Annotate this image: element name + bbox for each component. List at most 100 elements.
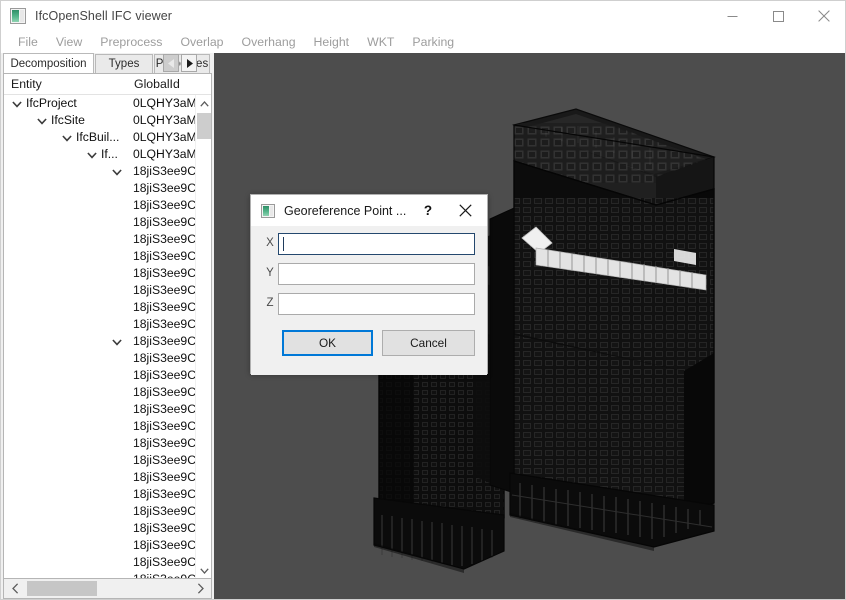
- menu-item-overlap[interactable]: Overlap: [171, 33, 232, 52]
- tab-strip: Decomposition Types Properties: [1, 53, 214, 73]
- chevron-down-icon[interactable]: [85, 149, 98, 162]
- chevron-up-icon: [199, 100, 209, 107]
- tree-row-globalid: 18jiS3ee9C: [133, 504, 197, 518]
- close-icon: [458, 204, 472, 217]
- tree-row[interactable]: 18jiS3ee9C: [4, 571, 197, 578]
- z-coordinate-input[interactable]: [278, 293, 475, 315]
- tree-row[interactable]: 18jiS3ee9C: [4, 486, 197, 503]
- scroll-down-button[interactable]: [196, 562, 211, 578]
- tree-row[interactable]: 18jiS3ee9C: [4, 163, 197, 180]
- tree-row-globalid: 18jiS3ee9C: [133, 300, 197, 314]
- tab-scroll-left-button[interactable]: [163, 54, 179, 72]
- tree-row-globalid: 18jiS3ee9C: [133, 419, 197, 433]
- tree-row[interactable]: 18jiS3ee9C: [4, 333, 197, 350]
- tree-row[interactable]: 18jiS3ee9C: [4, 384, 197, 401]
- chevron-down-icon[interactable]: [35, 115, 48, 128]
- scroll-left-button[interactable]: [4, 579, 26, 598]
- tree-row[interactable]: 18jiS3ee9C: [4, 520, 197, 537]
- tree-row-entity: IfcProject: [26, 96, 77, 110]
- tree-row[interactable]: 18jiS3ee9C: [4, 554, 197, 571]
- tree-row[interactable]: IfcBuil... 0LQHY3aM: [4, 129, 197, 146]
- tree-row[interactable]: 18jiS3ee9C: [4, 367, 197, 384]
- tree-row-globalid: 18jiS3ee9C: [133, 487, 197, 501]
- menu-item-view[interactable]: View: [47, 33, 91, 52]
- tree-row-globalid: 0LQHY3aM: [133, 113, 197, 127]
- field-row-x: X: [251, 233, 487, 255]
- help-button[interactable]: ?: [413, 195, 443, 226]
- tree-row[interactable]: 18jiS3ee9C: [4, 316, 197, 333]
- tab-scroll-right-button[interactable]: [181, 54, 197, 72]
- chevron-down-icon[interactable]: [110, 336, 123, 349]
- tree-row-globalid: 18jiS3ee9C: [133, 368, 197, 382]
- tree-row[interactable]: 18jiS3ee9C: [4, 401, 197, 418]
- tree-horizontal-scrollbar[interactable]: [3, 579, 212, 599]
- minimize-button[interactable]: [709, 1, 755, 31]
- tree-row[interactable]: 18jiS3ee9C: [4, 214, 197, 231]
- tab-decomposition[interactable]: Decomposition: [3, 53, 94, 73]
- tree-row[interactable]: 18jiS3ee9C: [4, 231, 197, 248]
- tree-row[interactable]: 18jiS3ee9C: [4, 452, 197, 469]
- tree-row[interactable]: 18jiS3ee9C: [4, 350, 197, 367]
- tree-row-globalid: 18jiS3ee9C: [133, 521, 197, 535]
- scroll-right-button[interactable]: [189, 579, 211, 598]
- tree-row-globalid: 18jiS3ee9C: [133, 470, 197, 484]
- dialog-title: Georeference Point ...: [284, 203, 407, 218]
- tree-row[interactable]: 18jiS3ee9C: [4, 180, 197, 197]
- label-x: X: [266, 237, 274, 249]
- tree-row[interactable]: 18jiS3ee9C: [4, 282, 197, 299]
- tree-row[interactable]: IfcSite 0LQHY3aM: [4, 112, 197, 129]
- column-header-entity[interactable]: Entity: [11, 77, 42, 91]
- field-row-z: Z: [251, 293, 487, 315]
- menu-item-wkt[interactable]: WKT: [358, 33, 403, 52]
- georeference-point-dialog: Georeference Point ... ? X Y Z OK Cancel: [250, 194, 488, 375]
- dialog-close-button[interactable]: [447, 195, 483, 226]
- application-window: IfcOpenShell IFC viewer File View Prepro…: [0, 0, 846, 600]
- left-panel: Decomposition Types Properties Entity Gl…: [1, 53, 214, 599]
- chevron-down-icon[interactable]: [10, 98, 23, 111]
- tab-types[interactable]: Types: [95, 54, 153, 73]
- chevron-right-icon: [186, 58, 193, 68]
- tree-row[interactable]: 18jiS3ee9C: [4, 469, 197, 486]
- chevron-down-icon[interactable]: [110, 166, 123, 179]
- menu-item-preprocess[interactable]: Preprocess: [91, 33, 171, 52]
- menu-bar: File View Preprocess Overlap Overhang He…: [1, 31, 845, 53]
- tree-row[interactable]: IfcProject 0LQHY3aM: [4, 95, 197, 112]
- tree-row-entity: IfcSite: [51, 113, 85, 127]
- tree-row[interactable]: 18jiS3ee9C: [4, 299, 197, 316]
- tree-row[interactable]: 18jiS3ee9C: [4, 418, 197, 435]
- x-coordinate-input[interactable]: [278, 233, 475, 255]
- scroll-thumb[interactable]: [27, 581, 97, 596]
- tree-row-globalid: 18jiS3ee9C: [133, 198, 197, 212]
- ok-button[interactable]: OK: [282, 330, 373, 356]
- app-icon: [10, 8, 26, 24]
- tree-vertical-scrollbar[interactable]: [195, 95, 211, 578]
- menu-item-height[interactable]: Height: [305, 33, 359, 52]
- scroll-thumb[interactable]: [197, 113, 211, 139]
- cancel-button[interactable]: Cancel: [382, 330, 475, 356]
- app-icon: [261, 203, 275, 218]
- menu-item-file[interactable]: File: [9, 33, 47, 52]
- field-row-y: Y: [251, 263, 487, 285]
- tree-row-globalid: 18jiS3ee9C: [133, 453, 197, 467]
- column-header-globalid[interactable]: GlobalId: [134, 77, 180, 91]
- chevron-down-icon[interactable]: [60, 132, 73, 145]
- tree-row[interactable]: 18jiS3ee9C: [4, 197, 197, 214]
- maximize-button[interactable]: [755, 1, 801, 31]
- chevron-left-icon: [167, 58, 174, 68]
- scroll-up-button[interactable]: [196, 95, 211, 112]
- entity-tree[interactable]: Entity GlobalId IfcProject 0LQHY3aM IfcSit…: [3, 73, 212, 579]
- y-coordinate-input[interactable]: [278, 263, 475, 285]
- tree-rows: IfcProject 0LQHY3aM IfcSite 0LQHY3aM IfcBuil…: [4, 95, 197, 578]
- tree-row[interactable]: 18jiS3ee9C: [4, 503, 197, 520]
- menu-item-parking[interactable]: Parking: [403, 33, 463, 52]
- title-bar: IfcOpenShell IFC viewer: [1, 1, 845, 31]
- menu-item-overhang[interactable]: Overhang: [233, 33, 305, 52]
- tree-row[interactable]: If... 0LQHY3aM: [4, 146, 197, 163]
- close-button[interactable]: [801, 1, 845, 31]
- tree-row[interactable]: 18jiS3ee9C: [4, 537, 197, 554]
- tree-row-globalid: 18jiS3ee9C: [133, 555, 197, 569]
- tree-row[interactable]: 18jiS3ee9C: [4, 265, 197, 282]
- tree-row[interactable]: 18jiS3ee9C: [4, 248, 197, 265]
- tree-row[interactable]: 18jiS3ee9C: [4, 435, 197, 452]
- window-controls: [709, 1, 845, 31]
